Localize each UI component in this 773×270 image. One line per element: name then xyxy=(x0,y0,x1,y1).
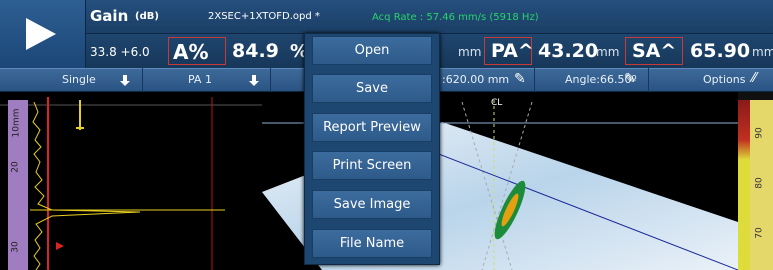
group-dropdown-icon[interactable] xyxy=(249,75,259,87)
a-readout-label: A% xyxy=(173,40,209,64)
group-selector[interactable]: PA 1 xyxy=(188,73,212,86)
color-palette-bar xyxy=(738,100,750,270)
toolbar-divider xyxy=(142,68,143,92)
ruler-tick: 90 xyxy=(754,127,765,139)
play-icon xyxy=(26,18,56,50)
pa-prefix-unit: mm xyxy=(458,45,482,59)
pa-readout-unit: mm xyxy=(596,45,620,59)
play-button[interactable] xyxy=(0,0,86,68)
gain-unit: (dB) xyxy=(135,11,159,22)
pencil-icon[interactable]: ✎ xyxy=(514,71,526,87)
pa-readout-value: 43.20 xyxy=(538,40,599,62)
pa-readout-label: PA^ xyxy=(491,40,534,62)
ruler-tick: 10mm xyxy=(11,108,22,138)
menu-item-file-name[interactable]: File Name xyxy=(312,229,432,258)
gain-value[interactable]: 33.8 +6.0 xyxy=(90,45,150,59)
file-name: 2XSEC+1XTOFD.opd * xyxy=(208,11,320,22)
left-depth-ruler: 10mm 20 30 xyxy=(8,100,28,270)
toolbar-divider xyxy=(534,68,535,92)
toolbar-divider xyxy=(270,68,271,92)
right-amplitude-ruler: 90 80 70 xyxy=(750,100,773,270)
menu-item-save-image[interactable]: Save Image xyxy=(312,190,432,219)
toolbar-divider xyxy=(648,68,649,92)
menu-item-save[interactable]: Save xyxy=(312,74,432,103)
a-readout-value: 84.9 xyxy=(232,40,279,62)
pencil-icon[interactable]: ✎ xyxy=(624,71,636,87)
ruler-tick: 70 xyxy=(754,227,765,239)
options-button[interactable]: Options xyxy=(703,73,745,86)
ruler-tick: 30 xyxy=(10,241,21,253)
sa-readout-unit: mm xyxy=(752,45,773,59)
a-scan-plot xyxy=(0,97,262,270)
mode-selector[interactable]: Single xyxy=(62,73,96,86)
ruler-tick: 20 xyxy=(10,161,21,173)
menu-item-report-preview[interactable]: Report Preview xyxy=(312,113,432,142)
acq-rate: Acq Rate : 57.46 mm/s (5918 Hz) xyxy=(372,12,539,23)
ruler-tick: 80 xyxy=(754,177,765,189)
menu-item-open[interactable]: Open xyxy=(312,36,432,65)
position-field[interactable]: :620.00 mm xyxy=(442,73,509,86)
centerline-label: CL xyxy=(491,98,503,108)
gain-label[interactable]: Gain xyxy=(90,7,128,25)
menu-item-print-screen[interactable]: Print Screen xyxy=(312,151,432,180)
mode-dropdown-icon[interactable] xyxy=(120,75,130,87)
a-scan-view[interactable] xyxy=(0,92,262,270)
options-icon[interactable]: ⁄⁄ xyxy=(752,71,756,86)
sa-readout-value: 65.90 xyxy=(690,40,751,62)
sa-readout-label: SA^ xyxy=(632,40,677,62)
